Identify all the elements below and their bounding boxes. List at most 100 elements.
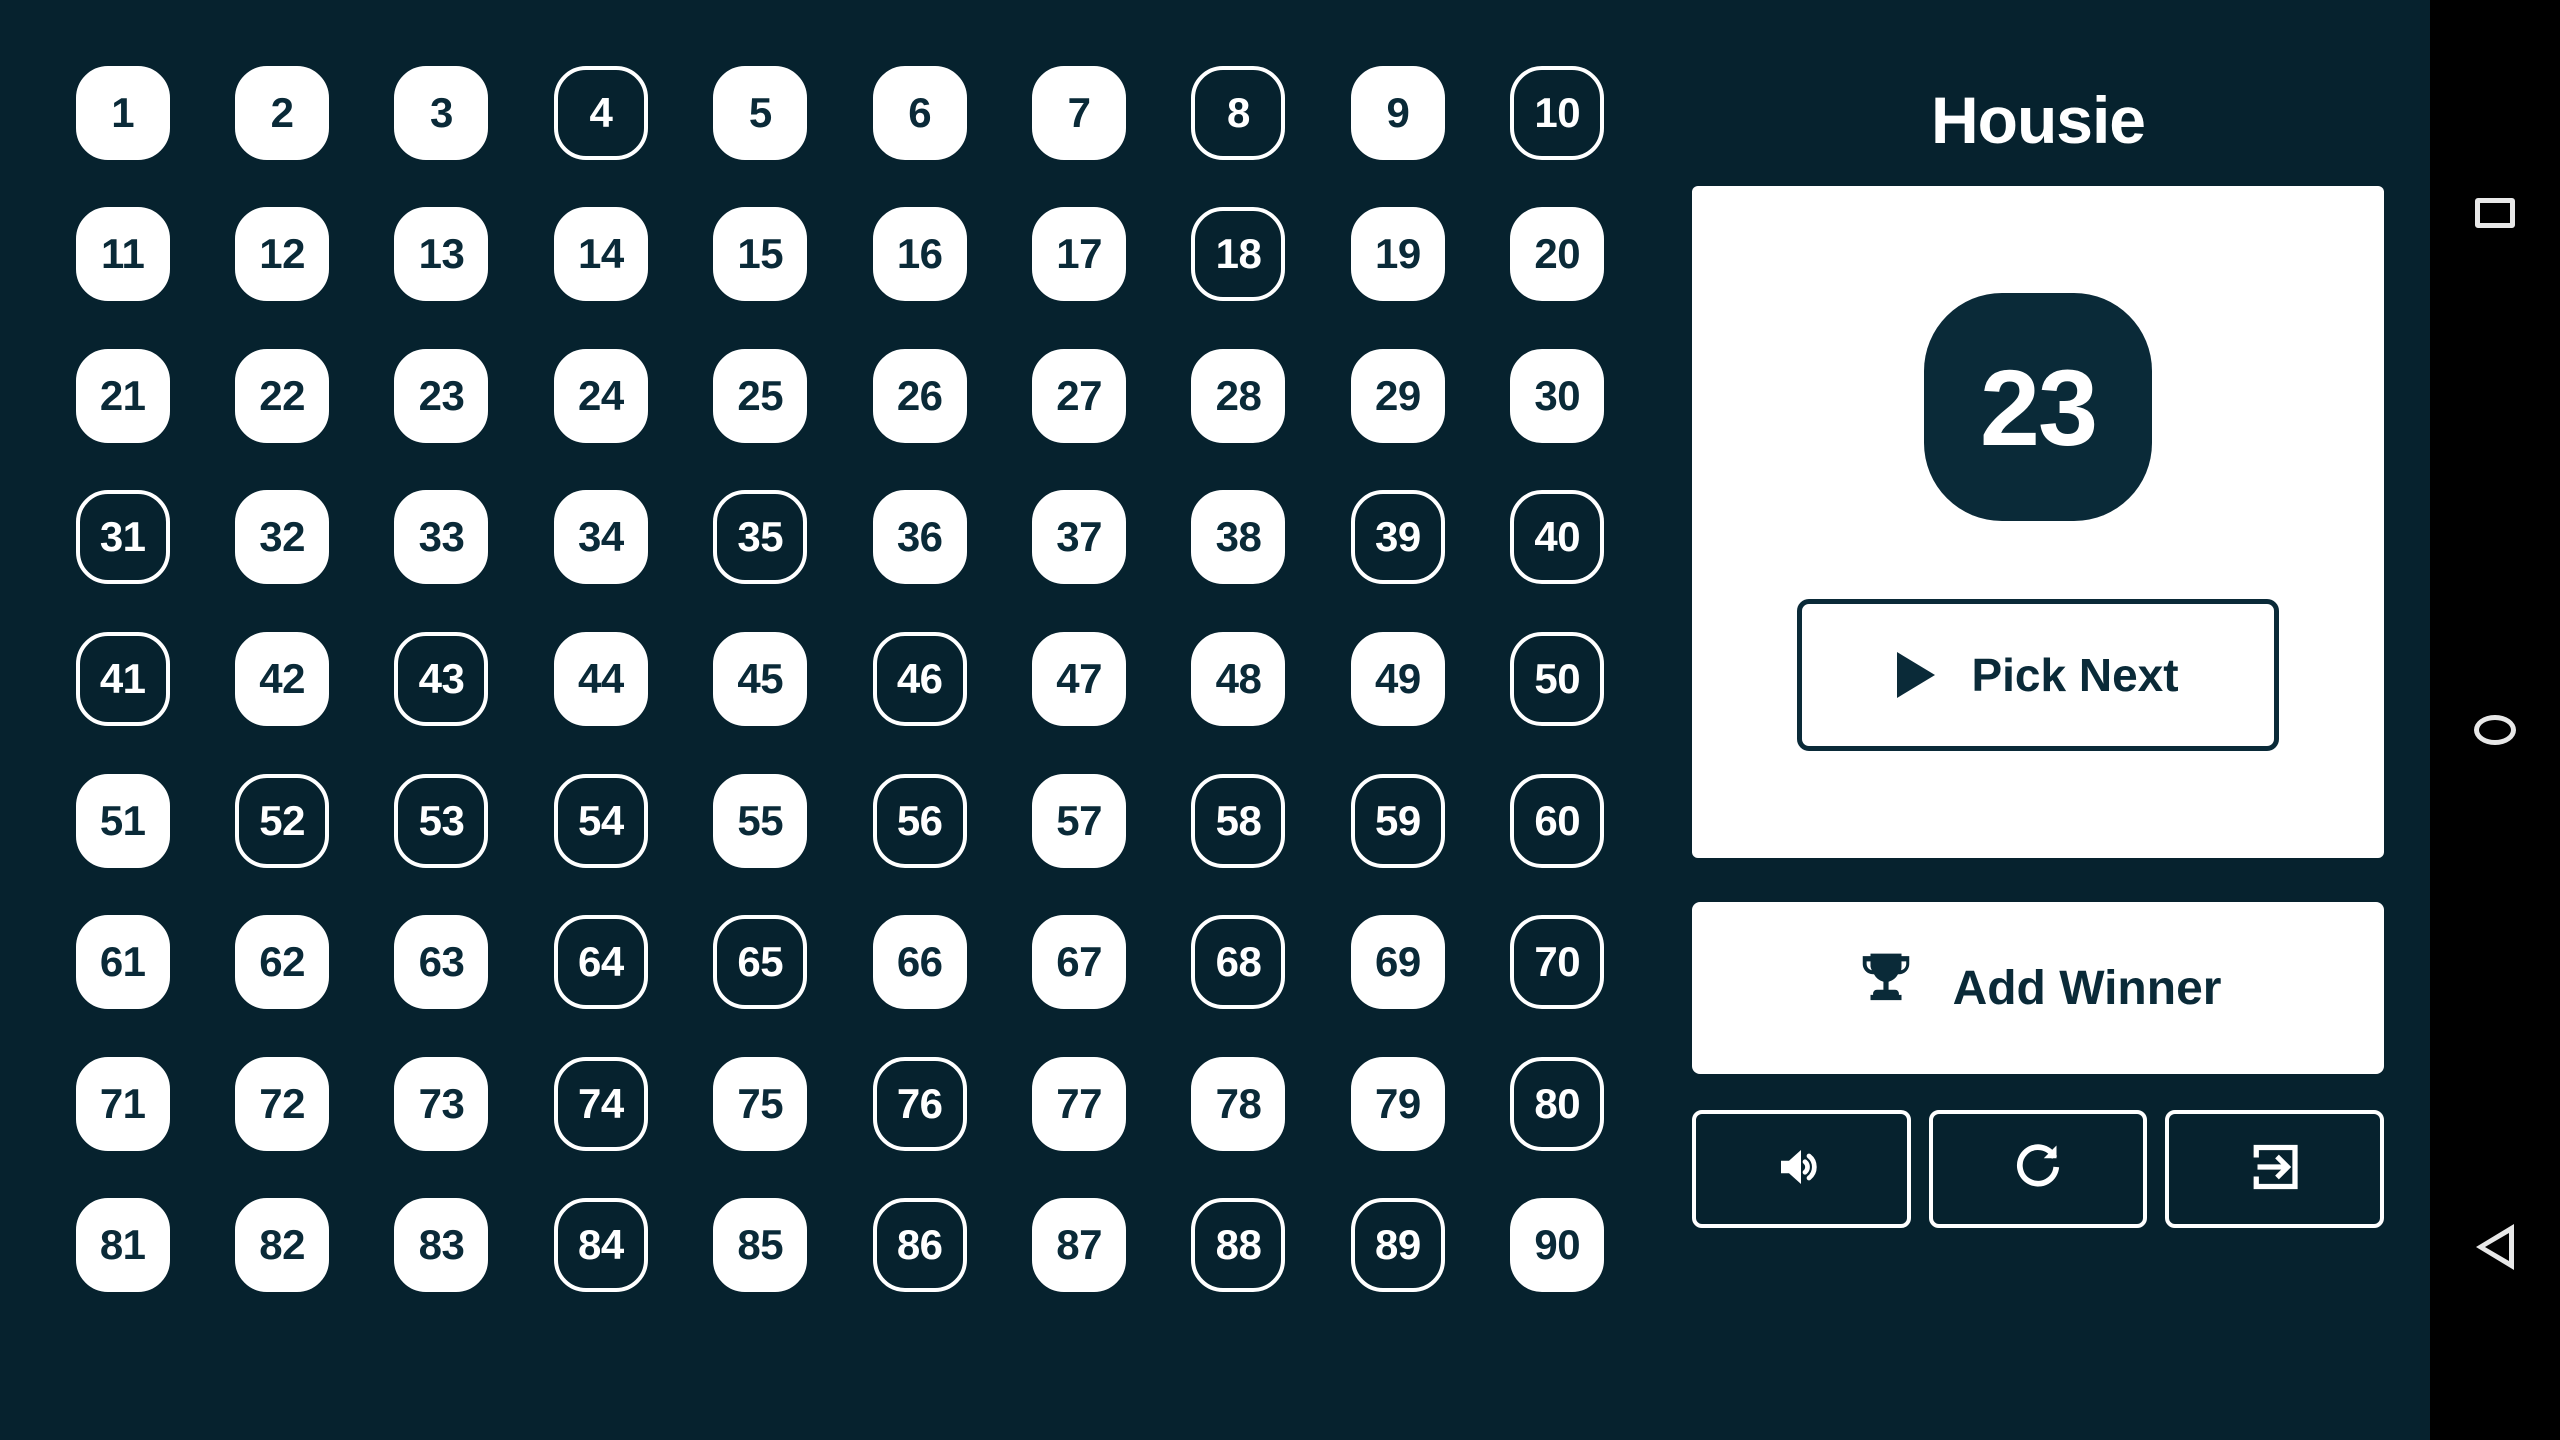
number-chip-38[interactable]: 38	[1191, 490, 1286, 585]
number-chip-35[interactable]: 35	[713, 490, 808, 585]
number-chip-88[interactable]: 88	[1191, 1198, 1286, 1293]
number-chip-77[interactable]: 77	[1032, 1056, 1127, 1151]
number-chip-53[interactable]: 53	[394, 773, 489, 868]
number-chip-37[interactable]: 37	[1032, 490, 1127, 585]
number-chip-59[interactable]: 59	[1350, 773, 1445, 868]
number-chip-76[interactable]: 76	[872, 1056, 967, 1151]
number-chip-50[interactable]: 50	[1510, 631, 1605, 726]
number-chip-58[interactable]: 58	[1191, 773, 1286, 868]
number-chip-3[interactable]: 3	[394, 65, 489, 160]
number-chip-82[interactable]: 82	[235, 1198, 330, 1293]
number-chip-72[interactable]: 72	[235, 1056, 330, 1151]
number-chip-14[interactable]: 14	[553, 207, 648, 302]
number-chip-18[interactable]: 18	[1191, 207, 1286, 302]
number-chip-32[interactable]: 32	[235, 490, 330, 585]
number-chip-33[interactable]: 33	[394, 490, 489, 585]
number-chip-85[interactable]: 85	[713, 1198, 808, 1293]
number-chip-31[interactable]: 31	[75, 490, 170, 585]
number-chip-46[interactable]: 46	[872, 631, 967, 726]
number-chip-49[interactable]: 49	[1350, 631, 1445, 726]
number-chip-20[interactable]: 20	[1510, 207, 1605, 302]
number-chip-47[interactable]: 47	[1032, 631, 1127, 726]
number-chip-27[interactable]: 27	[1032, 348, 1127, 443]
number-chip-90[interactable]: 90	[1510, 1198, 1605, 1293]
number-chip-5[interactable]: 5	[713, 65, 808, 160]
number-chip-83[interactable]: 83	[394, 1198, 489, 1293]
number-chip-42[interactable]: 42	[235, 631, 330, 726]
number-chip-44[interactable]: 44	[553, 631, 648, 726]
number-chip-74[interactable]: 74	[553, 1056, 648, 1151]
exit-game-button[interactable]	[2165, 1110, 2385, 1228]
number-chip-67[interactable]: 67	[1032, 915, 1127, 1010]
number-chip-81[interactable]: 81	[75, 1198, 170, 1293]
pick-next-button[interactable]: Pick Next	[1797, 599, 2279, 751]
number-chip-13[interactable]: 13	[394, 207, 489, 302]
number-chip-57[interactable]: 57	[1032, 773, 1127, 868]
sound-toggle-button[interactable]	[1692, 1110, 1911, 1228]
number-chip-39[interactable]: 39	[1350, 490, 1445, 585]
number-chip-1[interactable]: 1	[75, 65, 170, 160]
number-chip-22[interactable]: 22	[235, 348, 330, 443]
number-chip-36[interactable]: 36	[872, 490, 967, 585]
nav-recents-button[interactable]	[2452, 170, 2538, 256]
number-chip-19[interactable]: 19	[1350, 207, 1445, 302]
number-chip-84[interactable]: 84	[553, 1198, 648, 1293]
number-chip-8[interactable]: 8	[1191, 65, 1286, 160]
number-chip-34[interactable]: 34	[553, 490, 648, 585]
number-chip-65[interactable]: 65	[713, 915, 808, 1010]
number-chip-40[interactable]: 40	[1510, 490, 1605, 585]
number-chip-89[interactable]: 89	[1350, 1198, 1445, 1293]
number-chip-66[interactable]: 66	[872, 915, 967, 1010]
add-winner-button[interactable]: Add Winner	[1692, 902, 2384, 1074]
number-chip-12[interactable]: 12	[235, 207, 330, 302]
number-chip-24[interactable]: 24	[553, 348, 648, 443]
number-chip-71[interactable]: 71	[75, 1056, 170, 1151]
number-chip-23[interactable]: 23	[394, 348, 489, 443]
number-chip-87[interactable]: 87	[1032, 1198, 1127, 1293]
number-chip-54[interactable]: 54	[553, 773, 648, 868]
number-chip-16[interactable]: 16	[872, 207, 967, 302]
number-chip-70[interactable]: 70	[1510, 915, 1605, 1010]
number-chip-86[interactable]: 86	[872, 1198, 967, 1293]
number-chip-11[interactable]: 11	[75, 207, 170, 302]
nav-home-button[interactable]	[2452, 687, 2538, 773]
number-chip-17[interactable]: 17	[1032, 207, 1127, 302]
number-chip-29[interactable]: 29	[1350, 348, 1445, 443]
number-chip-55[interactable]: 55	[713, 773, 808, 868]
number-chip-64[interactable]: 64	[553, 915, 648, 1010]
number-chip-28[interactable]: 28	[1191, 348, 1286, 443]
number-chip-79[interactable]: 79	[1350, 1056, 1445, 1151]
nav-back-button[interactable]	[2452, 1204, 2538, 1290]
number-chip-78[interactable]: 78	[1191, 1056, 1286, 1151]
number-chip-10[interactable]: 10	[1510, 65, 1605, 160]
number-chip-26[interactable]: 26	[872, 348, 967, 443]
number-chip-21[interactable]: 21	[75, 348, 170, 443]
add-winner-label: Add Winner	[1952, 961, 2222, 1015]
side-panel: Housie 23 Pick Next Add Winner	[1672, 0, 2430, 1440]
number-chip-62[interactable]: 62	[235, 915, 330, 1010]
number-chip-61[interactable]: 61	[75, 915, 170, 1010]
number-chip-4[interactable]: 4	[553, 65, 648, 160]
number-chip-7[interactable]: 7	[1032, 65, 1127, 160]
number-chip-63[interactable]: 63	[394, 915, 489, 1010]
number-chip-69[interactable]: 69	[1350, 915, 1445, 1010]
number-chip-6[interactable]: 6	[872, 65, 967, 160]
number-chip-75[interactable]: 75	[713, 1056, 808, 1151]
number-chip-51[interactable]: 51	[75, 773, 170, 868]
number-chip-15[interactable]: 15	[713, 207, 808, 302]
number-chip-45[interactable]: 45	[713, 631, 808, 726]
restart-game-button[interactable]	[1928, 1110, 2148, 1228]
number-chip-80[interactable]: 80	[1510, 1056, 1605, 1151]
number-chip-60[interactable]: 60	[1510, 773, 1605, 868]
number-chip-9[interactable]: 9	[1350, 65, 1445, 160]
number-chip-30[interactable]: 30	[1510, 348, 1605, 443]
number-chip-43[interactable]: 43	[394, 631, 489, 726]
number-chip-41[interactable]: 41	[75, 631, 170, 726]
number-chip-25[interactable]: 25	[713, 348, 808, 443]
number-chip-56[interactable]: 56	[872, 773, 967, 868]
number-chip-2[interactable]: 2	[235, 65, 330, 160]
number-chip-48[interactable]: 48	[1191, 631, 1286, 726]
number-chip-52[interactable]: 52	[235, 773, 330, 868]
number-chip-73[interactable]: 73	[394, 1056, 489, 1151]
number-chip-68[interactable]: 68	[1191, 915, 1286, 1010]
